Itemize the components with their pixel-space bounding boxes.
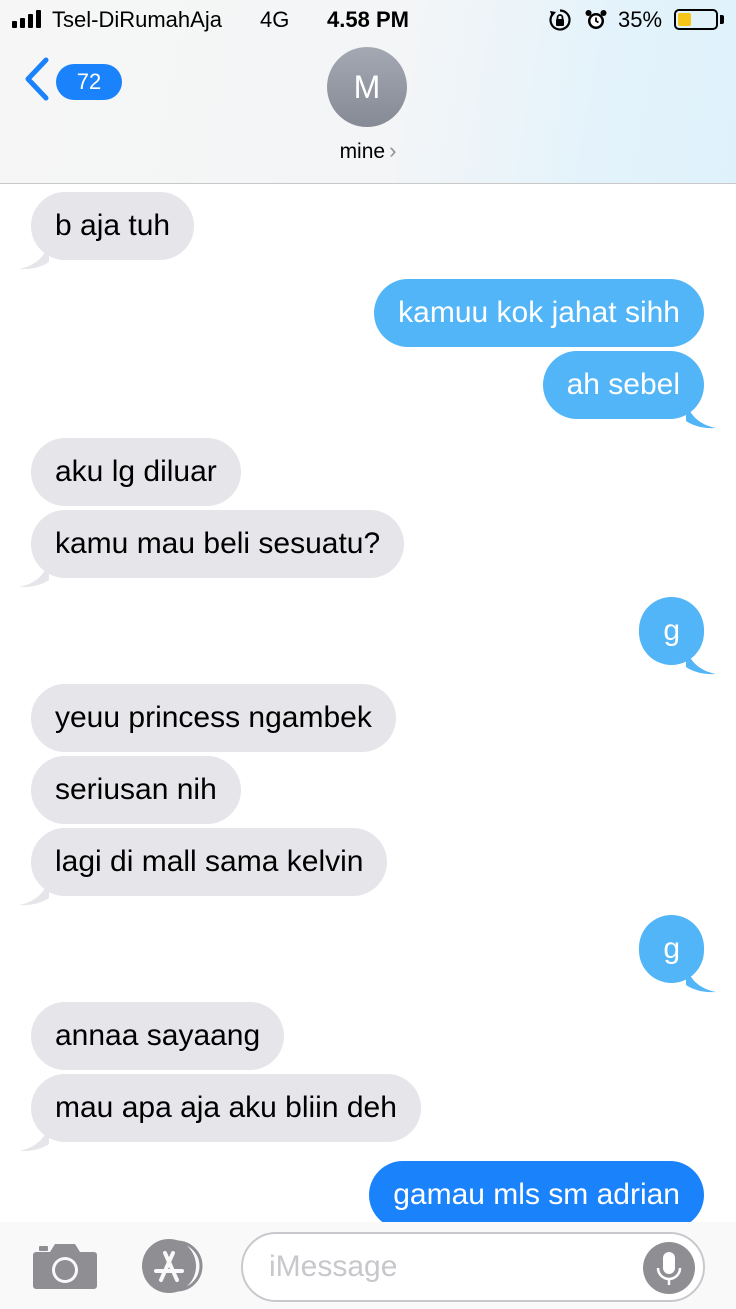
incoming-message-bubble[interactable]: seriusan nih [31, 756, 241, 824]
bubble-tail [686, 963, 716, 993]
app-store-icon[interactable] [137, 1238, 209, 1294]
message-text: b aja tuh [55, 209, 171, 242]
outgoing-message-bubble[interactable]: ah sebel [542, 351, 716, 429]
alarm-icon [585, 10, 607, 29]
incoming-message-bubble[interactable]: yeuu princess ngambek [31, 684, 396, 752]
bubble-tail [19, 558, 49, 588]
message-text: g [663, 932, 680, 965]
camera-icon[interactable] [32, 1240, 98, 1290]
message-text: ah sebel [566, 368, 680, 401]
message-text: yeuu princess ngambek [55, 701, 372, 734]
rotation-lock-icon [549, 9, 571, 31]
message-text: annaa sayaang [55, 1019, 261, 1052]
chevron-left-icon [25, 57, 49, 101]
contact-name: mine [339, 140, 386, 163]
bubble-tail [19, 1122, 49, 1152]
outgoing-message-bubble[interactable]: kamuu kok jahat sihh [374, 279, 704, 347]
message-text: g [663, 614, 680, 647]
message-text: aku lg diluar [55, 455, 217, 488]
outgoing-message-bubble[interactable]: g [639, 597, 716, 675]
incoming-message-bubble[interactable]: annaa sayaang [31, 1002, 285, 1070]
incoming-message-bubble[interactable]: mau apa aja aku bliin deh [19, 1074, 421, 1152]
input-bar: iMessage [0, 1222, 736, 1309]
microphone-button[interactable] [643, 1242, 695, 1294]
incoming-message-bubble[interactable]: b aja tuh [19, 192, 195, 270]
battery-icon [674, 9, 718, 30]
battery-percent: 35% [618, 7, 663, 32]
status-bar: Tsel-DiRumahAja 4G 4.58 PM 35% [0, 0, 736, 40]
unread-count-badge: 72 [56, 64, 122, 100]
contact-avatar[interactable]: M [327, 47, 407, 127]
outgoing-message-bubble[interactable]: g [639, 915, 716, 993]
bubble-tail [19, 240, 49, 270]
message-text: kamuu kok jahat sihh [398, 296, 680, 329]
incoming-message-bubble[interactable]: lagi di mall sama kelvin [19, 828, 388, 906]
battery-tip [720, 15, 724, 24]
imessage-input[interactable]: iMessage [241, 1232, 705, 1302]
message-text: mau apa aja aku bliin deh [55, 1091, 397, 1124]
message-text: gamau mls sm adrian [393, 1178, 680, 1211]
microphone-icon [656, 1252, 682, 1285]
back-button[interactable]: 72 [22, 56, 122, 102]
message-text: lagi di mall sama kelvin [55, 845, 364, 878]
chevron-right-icon: › [389, 138, 397, 163]
incoming-message-bubble[interactable]: aku lg diluar [31, 438, 241, 506]
battery-level [678, 13, 691, 26]
incoming-message-bubble[interactable]: kamu mau beli sesuatu? [19, 510, 405, 588]
bubble-tail [686, 399, 716, 429]
imessage-placeholder: iMessage [269, 1250, 398, 1283]
bubble-tail [19, 876, 49, 906]
bubble-tail [686, 645, 716, 675]
message-text: kamu mau beli sesuatu? [55, 527, 381, 560]
message-text: seriusan nih [55, 773, 217, 806]
outgoing-message-bubble[interactable]: gamau mls sm adrian [369, 1161, 704, 1229]
contact-name-button[interactable]: mine › [0, 138, 736, 164]
